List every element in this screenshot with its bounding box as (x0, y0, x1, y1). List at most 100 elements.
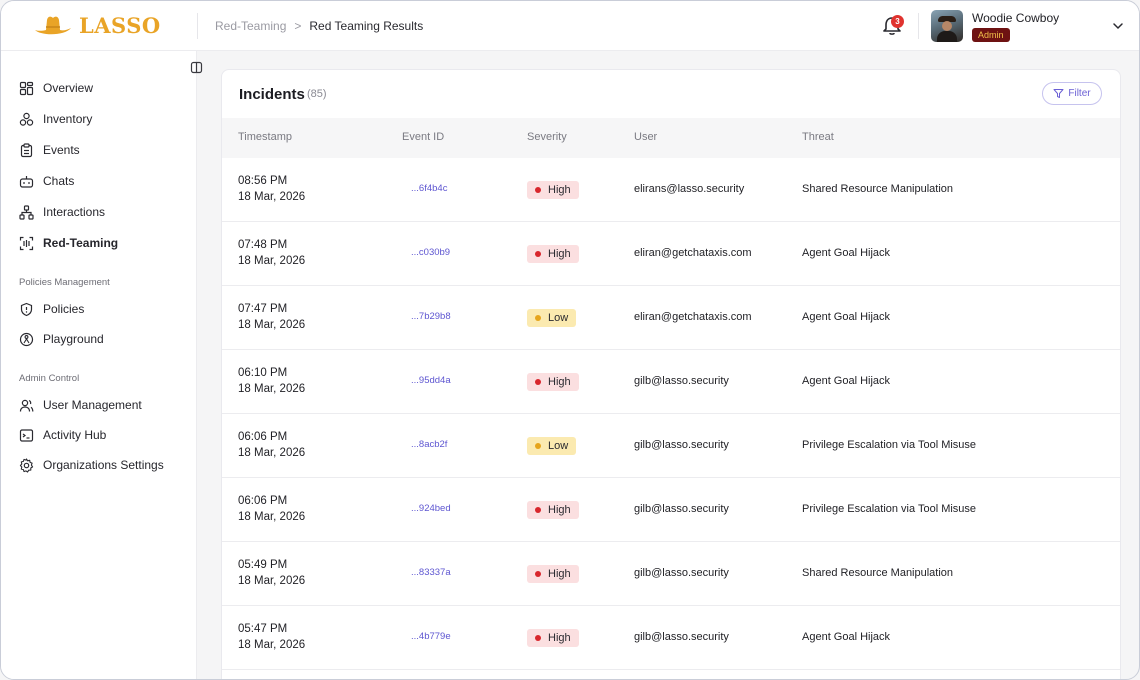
severity-label: Low (548, 312, 569, 324)
sidebar-item-label: Playground (43, 332, 104, 346)
user-email: eliran@getchataxis.com (634, 247, 752, 259)
chevron-down-icon[interactable] (1112, 20, 1124, 32)
sidebar-item-activity-hub[interactable]: Activity Hub (19, 426, 106, 444)
cowboy-hat-icon (35, 16, 71, 35)
top-header: LASSO Red-Teaming > Red Teaming Results … (1, 1, 1139, 51)
sidebar-collapse-icon[interactable] (190, 61, 203, 74)
sidebar-item-user-management[interactable]: User Management (19, 396, 142, 414)
table-row[interactable]: 06:06 PM 18 Mar, 2026 ...924bed High gilb@la… (222, 478, 1120, 542)
event-id-link[interactable]: ...4b779e (411, 631, 451, 642)
gear-icon (19, 457, 34, 473)
timestamp-date: 18 Mar, 2026 (238, 511, 306, 523)
sidebar-item-overview[interactable]: Overview (19, 79, 93, 97)
threat-name: Shared Resource Manipulation (802, 183, 954, 195)
sidebar-item-organizations-settings[interactable]: Organizations Settings (19, 456, 164, 474)
sidebar-item-label: Interactions (43, 205, 106, 219)
timestamp-time: 05:49 PM (238, 559, 288, 571)
severity-dot-icon (535, 315, 541, 321)
app-window: LASSO Red-Teaming > Red Teaming Results … (0, 0, 1140, 680)
avatar[interactable] (931, 10, 963, 42)
severity-badge: Low (527, 309, 577, 327)
sidebar-item-policies[interactable]: Policies (19, 300, 84, 318)
table-row[interactable]: 05:47 PM 18 Mar, 2026 ...4b779e High gilb@la… (222, 606, 1120, 670)
timestamp-date: 18 Mar, 2026 (238, 255, 306, 267)
breadcrumb-parent[interactable]: Red-Teaming (215, 19, 286, 33)
severity-badge: High (527, 245, 579, 263)
event-id-link[interactable]: ...83337a (411, 567, 451, 578)
timestamp-date: 18 Mar, 2026 (238, 639, 306, 651)
timestamp-time: 06:10 PM (238, 367, 288, 379)
severity-label: High (548, 376, 571, 388)
event-id-link[interactable]: ...7b29b8 (411, 311, 451, 322)
column-header-severity[interactable]: Severity (527, 131, 567, 143)
notification-count-badge: 3 (891, 15, 904, 28)
sidebar-item-red-teaming[interactable]: Red-Teaming (19, 234, 118, 252)
header-divider (197, 13, 198, 39)
event-id-link[interactable]: ...95dd4a (411, 375, 451, 386)
user-name[interactable]: Woodie Cowboy (972, 11, 1059, 25)
user-email: eliran@getchataxis.com (634, 311, 752, 323)
filter-button[interactable]: Filter (1042, 82, 1102, 105)
sidebar-item-label: Overview (43, 81, 94, 95)
sidebar-item-label: Policies (43, 302, 85, 316)
threat-name: Agent Goal Hijack (802, 631, 891, 643)
event-id-link[interactable]: ...c030b9 (411, 247, 450, 258)
user-email: gilb@lasso.security (634, 567, 729, 579)
sidebar-item-label: Chats (43, 174, 75, 188)
user-email: gilb@lasso.security (634, 375, 729, 387)
severity-label: High (548, 248, 571, 260)
bot-icon (19, 175, 34, 188)
column-header-threat[interactable]: Threat (802, 131, 834, 143)
terminal-icon (19, 428, 34, 442)
sidebar-item-events[interactable]: Events (19, 141, 80, 159)
severity-label: High (548, 504, 571, 516)
breadcrumb: Red-Teaming > Red Teaming Results (215, 19, 423, 33)
threat-name: Agent Goal Hijack (802, 311, 891, 323)
table-header: Timestamp Event ID Severity User Threat (222, 118, 1120, 158)
sidebar-item-label: Red-Teaming (43, 236, 119, 250)
table-row[interactable]: 07:48 PM 18 Mar, 2026 ...c030b9 High eliran@… (222, 222, 1120, 286)
sidebar-item-interactions[interactable]: Interactions (19, 203, 105, 221)
user-email: gilb@lasso.security (634, 439, 729, 451)
section-title-policies: Policies Management (19, 277, 110, 288)
event-id-link[interactable]: ...8acb2f (411, 439, 447, 450)
filter-icon (1053, 89, 1064, 98)
table-row[interactable]: 08:56 PM 18 Mar, 2026 ...6f4b4c High elirans… (222, 158, 1120, 222)
header-divider-right (918, 13, 919, 39)
column-header-user[interactable]: User (634, 131, 657, 143)
timestamp-time: 05:47 PM (238, 623, 288, 635)
sidebar-item-playground[interactable]: Playground (19, 330, 104, 348)
threat-name: Privilege Escalation via Tool Misuse (802, 503, 977, 515)
severity-dot-icon (535, 507, 541, 513)
severity-label: High (548, 568, 571, 580)
sidebar-item-inventory[interactable]: Inventory (19, 110, 92, 128)
table-row[interactable]: 06:10 PM 18 Mar, 2026 ...95dd4a High gilb@la… (222, 350, 1120, 414)
severity-dot-icon (535, 571, 541, 577)
threat-name: Shared Resource Manipulation (802, 567, 954, 579)
breadcrumb-current: Red Teaming Results (309, 19, 424, 33)
table-row[interactable]: 06:06 PM 18 Mar, 2026 ...8acb2f Low gilb@las… (222, 414, 1120, 478)
role-badge: Admin (972, 28, 1010, 42)
user-email: elirans@lasso.security (634, 183, 745, 195)
sidebar-item-label: Inventory (43, 112, 93, 126)
cubes-icon (19, 112, 34, 126)
logo-text: LASSO (79, 12, 161, 38)
timestamp-date: 18 Mar, 2026 (238, 575, 306, 587)
grid-icon (19, 81, 34, 95)
severity-badge: High (527, 181, 579, 199)
column-header-event-id[interactable]: Event ID (402, 131, 444, 143)
sidebar-item-label: Organizations Settings (43, 458, 164, 472)
event-id-link[interactable]: ...6f4b4c (411, 183, 447, 194)
table-row[interactable]: 07:47 PM 18 Mar, 2026 ...7b29b8 Low eliran@g… (222, 286, 1120, 350)
sidebar-item-chats[interactable]: Chats (19, 172, 74, 190)
timestamp-time: 07:48 PM (238, 239, 288, 251)
event-id-link[interactable]: ...924bed (411, 503, 451, 514)
severity-dot-icon (535, 251, 541, 257)
timestamp-date: 18 Mar, 2026 (238, 447, 306, 459)
column-header-timestamp[interactable]: Timestamp (238, 131, 292, 143)
severity-badge: High (527, 373, 579, 391)
lasso-logo[interactable]: LASSO (33, 12, 161, 38)
table-row[interactable]: 05:49 PM 18 Mar, 2026 ...83337a High gilb@la… (222, 542, 1120, 606)
threat-name: Agent Goal Hijack (802, 247, 891, 259)
filter-label: Filter (1068, 88, 1091, 99)
